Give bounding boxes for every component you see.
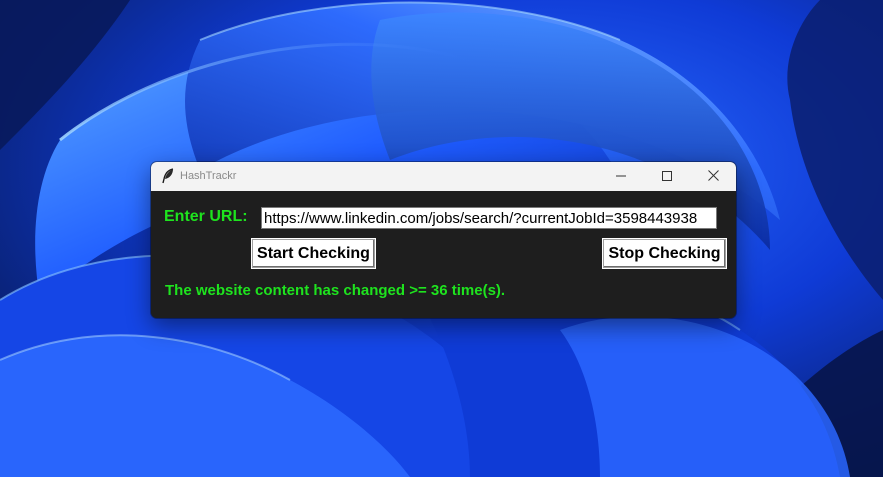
feather-icon [161,168,175,184]
status-message: The website content has changed >= 36 ti… [165,282,506,299]
close-button[interactable] [690,162,736,191]
app-window: HashTrackr Enter URL: Start Checking Sto… [151,162,736,318]
maximize-button[interactable] [644,162,690,191]
stop-checking-button[interactable]: Stop Checking [602,238,727,269]
minimize-button[interactable] [598,162,644,191]
url-input[interactable] [261,207,717,229]
url-label: Enter URL: [164,208,248,225]
title-bar[interactable]: HashTrackr [151,162,736,191]
window-content: Enter URL: Start Checking Stop Checking … [151,191,736,318]
close-icon [707,168,719,186]
window-title: HashTrackr [180,170,237,182]
start-checking-button[interactable]: Start Checking [251,238,376,269]
maximize-icon [662,168,672,186]
minimize-icon [616,168,626,186]
